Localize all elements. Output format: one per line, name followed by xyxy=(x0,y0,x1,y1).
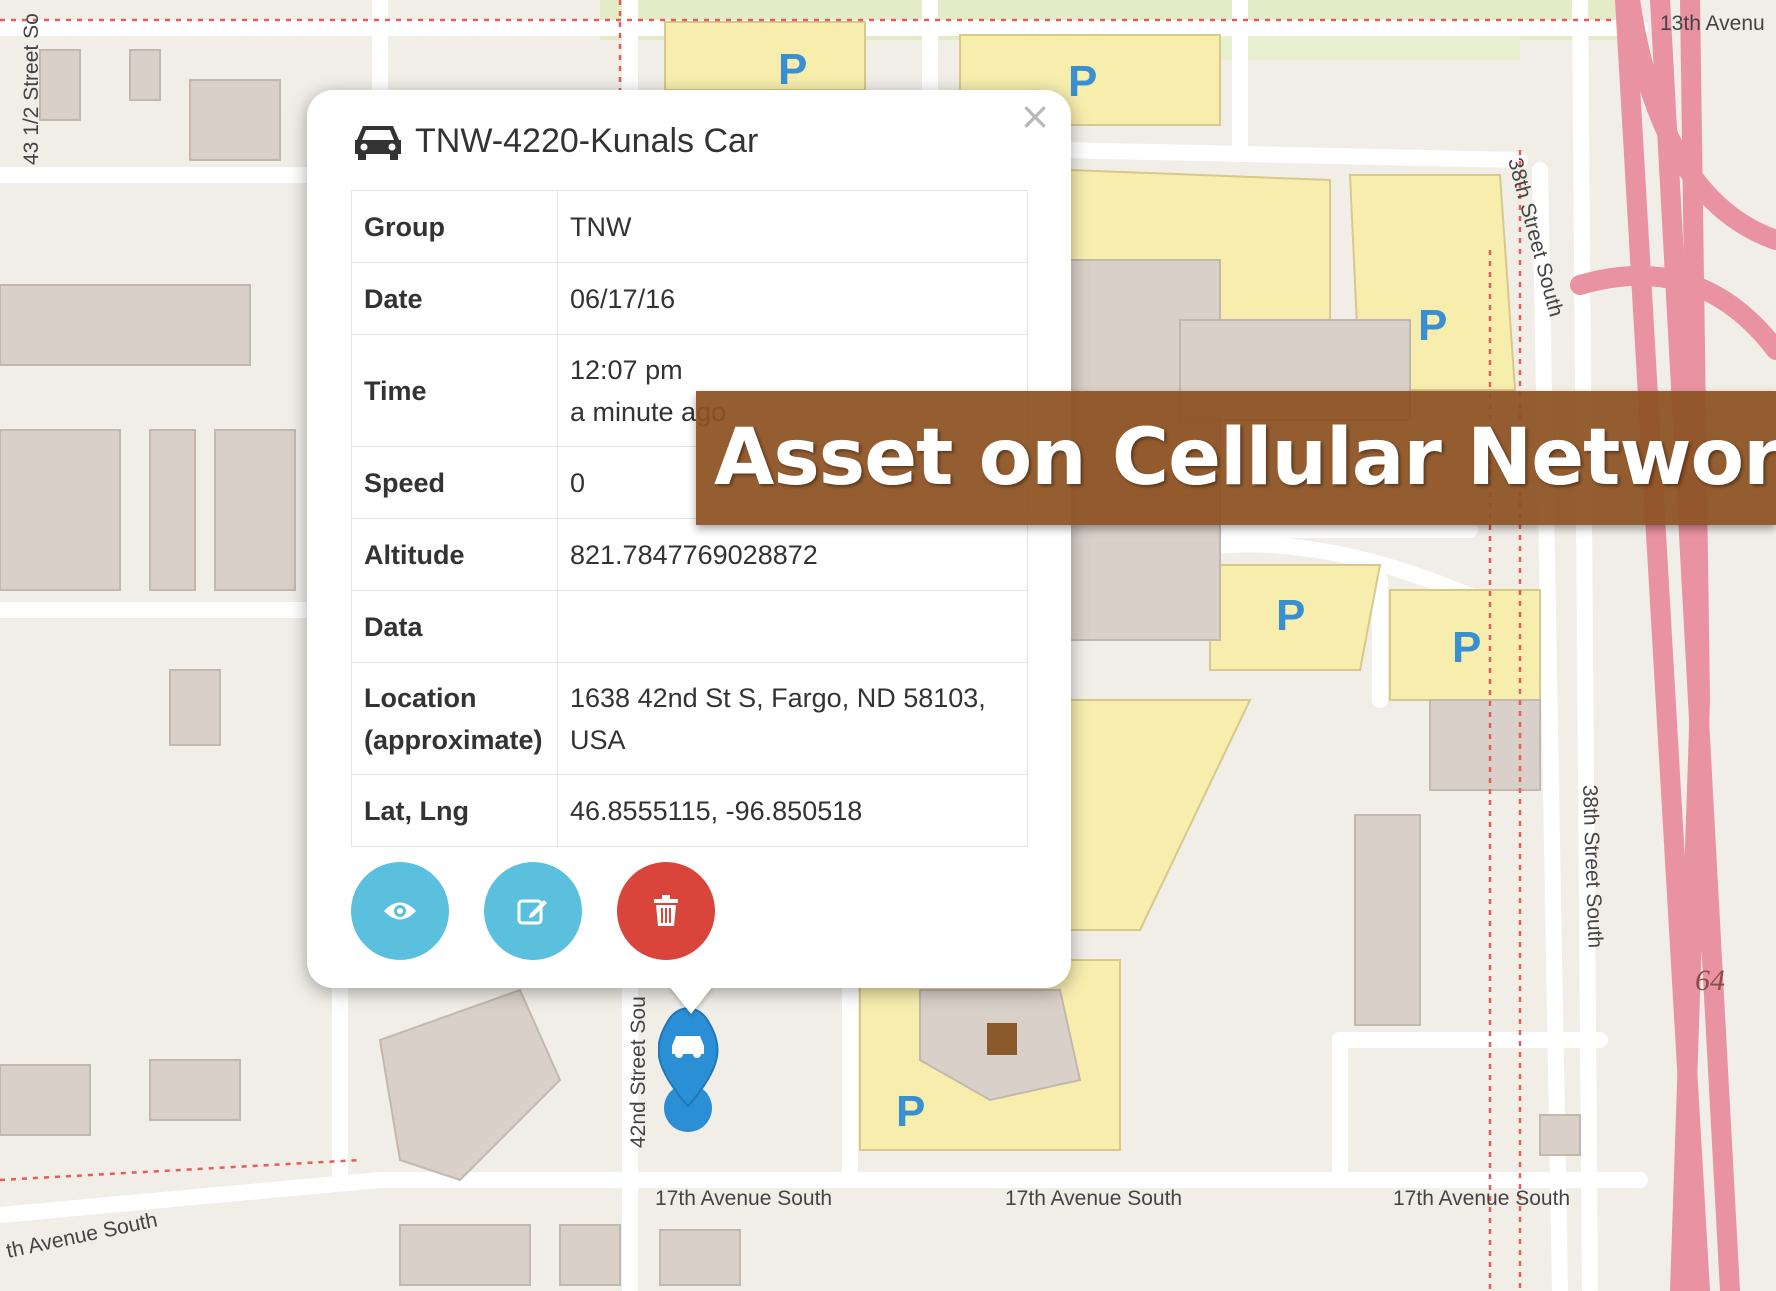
popup-header: TNW-4220-Kunals Car xyxy=(353,120,758,162)
road-label: 17th Avenue South xyxy=(1005,1187,1182,1210)
edit-icon xyxy=(517,899,547,925)
road-label: 13th Avenu xyxy=(1660,12,1765,35)
row-key: Location (approximate) xyxy=(351,662,558,775)
banner-title: Asset on Cellular Network xyxy=(714,413,1776,503)
road-label: 17th Avenue South xyxy=(655,1187,832,1210)
road-label: 43 1/2 Street So xyxy=(20,13,43,165)
table-row: Location (approximate) 1638 42nd St S, F… xyxy=(351,662,1028,775)
edit-button[interactable] xyxy=(484,862,582,960)
row-key: Time xyxy=(351,334,558,447)
row-value xyxy=(557,590,1028,663)
trash-icon xyxy=(654,895,678,926)
popup-title: TNW-4220-Kunals Car xyxy=(415,121,759,160)
delete-button[interactable] xyxy=(617,862,715,960)
title-banner: Asset on Cellular Network xyxy=(696,391,1776,525)
parking-label: P xyxy=(1452,623,1481,672)
table-row: Data xyxy=(351,590,1028,663)
asset-popup: × TNW-4220-Kunals Car Group TNW Date 06/… xyxy=(307,90,1071,988)
parking-label: P xyxy=(778,45,807,94)
road-label: 42nd Street Sou xyxy=(627,996,650,1148)
parking-label: P xyxy=(1418,301,1447,350)
parking-label: P xyxy=(1068,57,1097,106)
parking-label: P xyxy=(896,1087,925,1136)
table-row: Lat, Lng 46.8555115, -96.850518 xyxy=(351,774,1028,847)
parking-label: P xyxy=(1276,591,1305,640)
table-row: Date 06/17/16 xyxy=(351,262,1028,335)
row-value: 821.7847769028872 xyxy=(557,518,1028,591)
row-key: Speed xyxy=(351,446,558,519)
location-key: Location xyxy=(364,682,477,713)
time-value: 12:07 pm xyxy=(570,354,683,385)
eye-icon xyxy=(384,902,416,920)
car-icon xyxy=(355,126,401,160)
row-value: TNW xyxy=(557,190,1028,263)
row-key: Date xyxy=(351,262,558,335)
highway-shield: 64 xyxy=(1695,964,1725,997)
row-key: Data xyxy=(351,590,558,663)
row-value: 06/17/16 xyxy=(557,262,1028,335)
row-key: Lat, Lng xyxy=(351,774,558,847)
row-key: Altitude xyxy=(351,518,558,591)
row-value: 1638 42nd St S, Fargo, ND 58103, USA xyxy=(557,662,1028,775)
row-key: Group xyxy=(351,190,558,263)
table-row: Group TNW xyxy=(351,190,1028,263)
popup-pointer xyxy=(669,986,713,1014)
table-row: Altitude 821.7847769028872 xyxy=(351,518,1028,591)
row-value: 46.8555115, -96.850518 xyxy=(557,774,1028,847)
location-key-note: (approximate) xyxy=(364,724,543,755)
vehicle-marker[interactable] xyxy=(658,996,738,1136)
road-label: 17th Avenue South xyxy=(1393,1187,1570,1210)
location-line1: 1638 42nd St S, Fargo, ND 58103, xyxy=(570,682,986,713)
cinema-icon xyxy=(987,1023,1017,1055)
close-button[interactable]: × xyxy=(1019,94,1051,140)
view-button[interactable] xyxy=(351,862,449,960)
location-line2: USA xyxy=(570,724,626,755)
